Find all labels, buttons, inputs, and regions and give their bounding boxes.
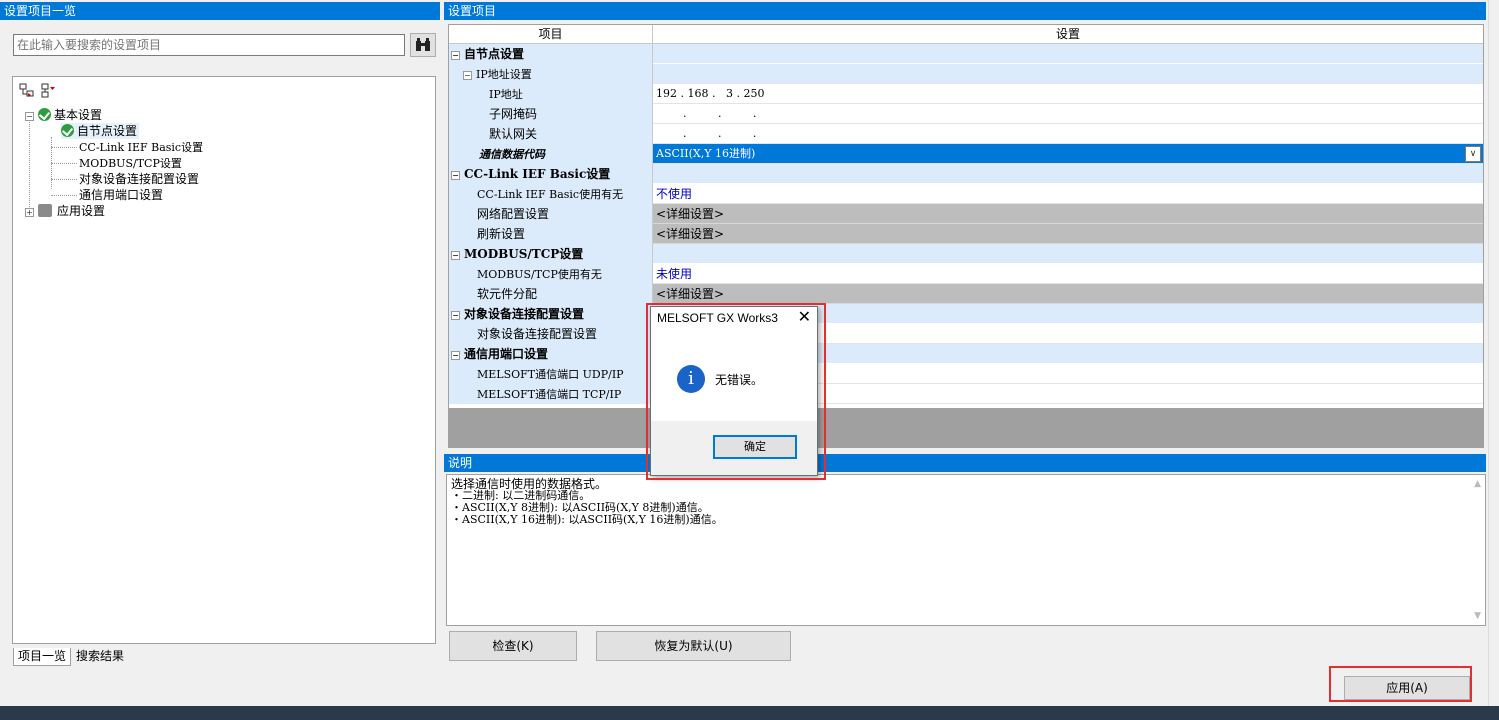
tree-label: CC-Link IEF Basic设置 <box>79 141 204 154</box>
row-label: CC-Link IEF Basic设置 <box>464 167 611 181</box>
expand-all-icon[interactable] <box>19 83 35 99</box>
row-label: 默认网关 <box>489 127 538 141</box>
row-label: CC-Link IEF Basic使用有无 <box>477 188 624 201</box>
ok-button[interactable]: 确定 <box>713 435 797 459</box>
settings-tree: − 基本设置 自节点设置 CC-Link IEF Basic设置 MODBUS/T… <box>12 76 436 644</box>
row-label: MODBUS/TCP设置 <box>464 247 584 261</box>
table-row[interactable]: − 通信用端口设置 <box>449 344 1483 364</box>
row-label: 自节点设置 <box>464 47 525 61</box>
tree-label: 对象设备连接配置设置 <box>79 172 200 186</box>
row-label: 刷新设置 <box>477 227 526 241</box>
column-header-setting: 设置 <box>653 25 1483 44</box>
tree-item-target-device-config[interactable]: 对象设备连接配置设置 <box>79 171 199 187</box>
row-label: 软元件分配 <box>477 287 538 301</box>
table-row[interactable]: 网络配置设置 <详细设置> <box>449 204 1483 224</box>
close-icon[interactable]: ✕ <box>798 308 811 326</box>
tree-label: 通信用端口设置 <box>79 188 164 202</box>
tree-label: 应用设置 <box>57 204 106 218</box>
row-label: 通信数据代码 <box>479 148 545 161</box>
row-label: IP地址设置 <box>476 68 532 81</box>
dialog-footer: 确定 <box>651 421 817 475</box>
dialog-message: 无错误。 <box>715 373 764 387</box>
collapse-icon[interactable]: − <box>25 112 34 121</box>
ip-address-value[interactable]: 192 . 168 . 3 . 250 <box>653 84 1483 104</box>
row-label: 通信用端口设置 <box>464 347 549 361</box>
tab-item-list[interactable]: 项目一览 <box>13 648 72 666</box>
description-box: 选择通信时使用的数据格式。 ・二进制: 以二进制码通信。 ・ASCII(X,Y … <box>446 474 1486 626</box>
tree-label: MODBUS/TCP设置 <box>79 157 182 170</box>
table-row[interactable]: 通信数据代码 ASCII(X,Y 16进制) ∨ <box>449 144 1483 164</box>
row-label: 对象设备连接配置设置 <box>464 307 585 321</box>
tree-item-own-node-settings[interactable]: 自节点设置 <box>61 123 140 139</box>
window-edge <box>1488 0 1499 706</box>
check-icon <box>61 124 74 137</box>
dialog-title: MELSOFT GX Works3 <box>657 311 778 325</box>
scroll-down-icon[interactable]: ▼ <box>1474 611 1481 621</box>
table-row[interactable]: − 自节点设置 <box>449 44 1483 64</box>
data-code-value: ASCII(X,Y 16进制) <box>656 147 756 160</box>
table-row[interactable]: 子网掩码 . . . <box>449 104 1483 124</box>
tree-item-application-settings[interactable]: + 应用设置 <box>25 203 105 219</box>
description-title: 说明 <box>444 454 1486 472</box>
check-icon <box>38 108 51 121</box>
tab-search-results[interactable]: 搜索结果 <box>72 648 128 666</box>
tree-label: 自节点设置 <box>77 124 138 138</box>
table-row[interactable]: MELSOFT通信端口 UDP/IP <box>449 364 1483 384</box>
settings-grid: 项目 设置 − 自节点设置 − IP地址设置 IP地址 192 . 168 . 3 … <box>448 24 1484 448</box>
description-line: ・ASCII(X,Y 16进制): 以ASCII码(X,Y 16进制)通信。 <box>451 513 723 526</box>
settings-gear-icon <box>38 204 52 217</box>
tree-item-modbus-tcp[interactable]: MODBUS/TCP设置 <box>79 155 182 171</box>
tree-item-cclink-ief-basic[interactable]: CC-Link IEF Basic设置 <box>79 139 203 155</box>
table-row[interactable]: 默认网关 . . . <box>449 124 1483 144</box>
chevron-down-icon[interactable]: ∨ <box>1465 146 1481 162</box>
tree-item-basic-settings[interactable]: − 基本设置 <box>25 107 102 123</box>
cclink-usage-value[interactable]: 不使用 <box>656 187 692 201</box>
binoculars-icon <box>416 38 430 51</box>
collapse-all-icon[interactable] <box>41 83 57 99</box>
table-row[interactable]: − CC-Link IEF Basic设置 <box>449 164 1483 184</box>
table-row[interactable]: − IP地址设置 <box>449 64 1483 84</box>
info-icon: i <box>677 365 705 393</box>
search-input[interactable] <box>13 34 405 56</box>
row-label: MELSOFT通信端口 TCP/IP <box>477 388 622 401</box>
apply-button[interactable]: 应用(A) <box>1344 676 1470 700</box>
row-label: MELSOFT通信端口 UDP/IP <box>477 368 624 381</box>
device-assignment-detail-button[interactable]: <详细设置> <box>653 284 1483 304</box>
check-button[interactable]: 检查(K) <box>449 631 577 661</box>
data-code-select[interactable]: ASCII(X,Y 16进制) ∨ <box>653 144 1483 164</box>
row-label: 子网掩码 <box>489 107 538 121</box>
refresh-detail-button[interactable]: <详细设置> <box>653 224 1483 244</box>
network-config-detail-button[interactable]: <详细设置> <box>653 204 1483 224</box>
row-label: 网络配置设置 <box>477 207 550 221</box>
left-panel-title: 设置项目一览 <box>0 2 440 20</box>
restore-default-button[interactable]: 恢复为默认(U) <box>596 631 791 661</box>
scroll-up-icon[interactable]: ▲ <box>1474 479 1481 489</box>
table-row[interactable]: CC-Link IEF Basic使用有无 不使用 <box>449 184 1483 204</box>
default-gateway-value[interactable]: . . . <box>653 124 1483 144</box>
expand-icon[interactable]: + <box>25 208 34 217</box>
row-label: 对象设备连接配置设置 <box>477 327 598 341</box>
table-row[interactable]: − MODBUS/TCP设置 <box>449 244 1483 264</box>
tree-item-comm-port-settings[interactable]: 通信用端口设置 <box>79 187 163 203</box>
table-row[interactable]: MODBUS/TCP使用有无 未使用 <box>449 264 1483 284</box>
table-row[interactable]: − 对象设备连接配置设置 <box>449 304 1483 324</box>
table-row[interactable]: 软元件分配 <详细设置> <box>449 284 1483 304</box>
subnet-mask-value[interactable]: . . . <box>653 104 1483 124</box>
grid-empty-area <box>449 408 1483 448</box>
tree-label: 基本设置 <box>54 108 103 122</box>
message-dialog: MELSOFT GX Works3 ✕ i 无错误。 确定 <box>650 306 818 476</box>
table-row[interactable]: IP地址 192 . 168 . 3 . 250 <box>449 84 1483 104</box>
bottom-bar <box>0 706 1499 720</box>
search-button[interactable] <box>410 33 436 57</box>
table-row[interactable]: 刷新设置 <详细设置> <box>449 224 1483 244</box>
row-label: MODBUS/TCP使用有无 <box>477 268 602 281</box>
row-label: IP地址 <box>489 88 523 101</box>
table-row[interactable]: MELSOFT通信端口 TCP/IP <box>449 384 1483 404</box>
column-header-item: 项目 <box>449 25 653 44</box>
right-panel-title: 设置项目 <box>444 2 1486 20</box>
modbus-usage-value[interactable]: 未使用 <box>656 267 692 281</box>
table-row[interactable]: 对象设备连接配置设置 <box>449 324 1483 344</box>
